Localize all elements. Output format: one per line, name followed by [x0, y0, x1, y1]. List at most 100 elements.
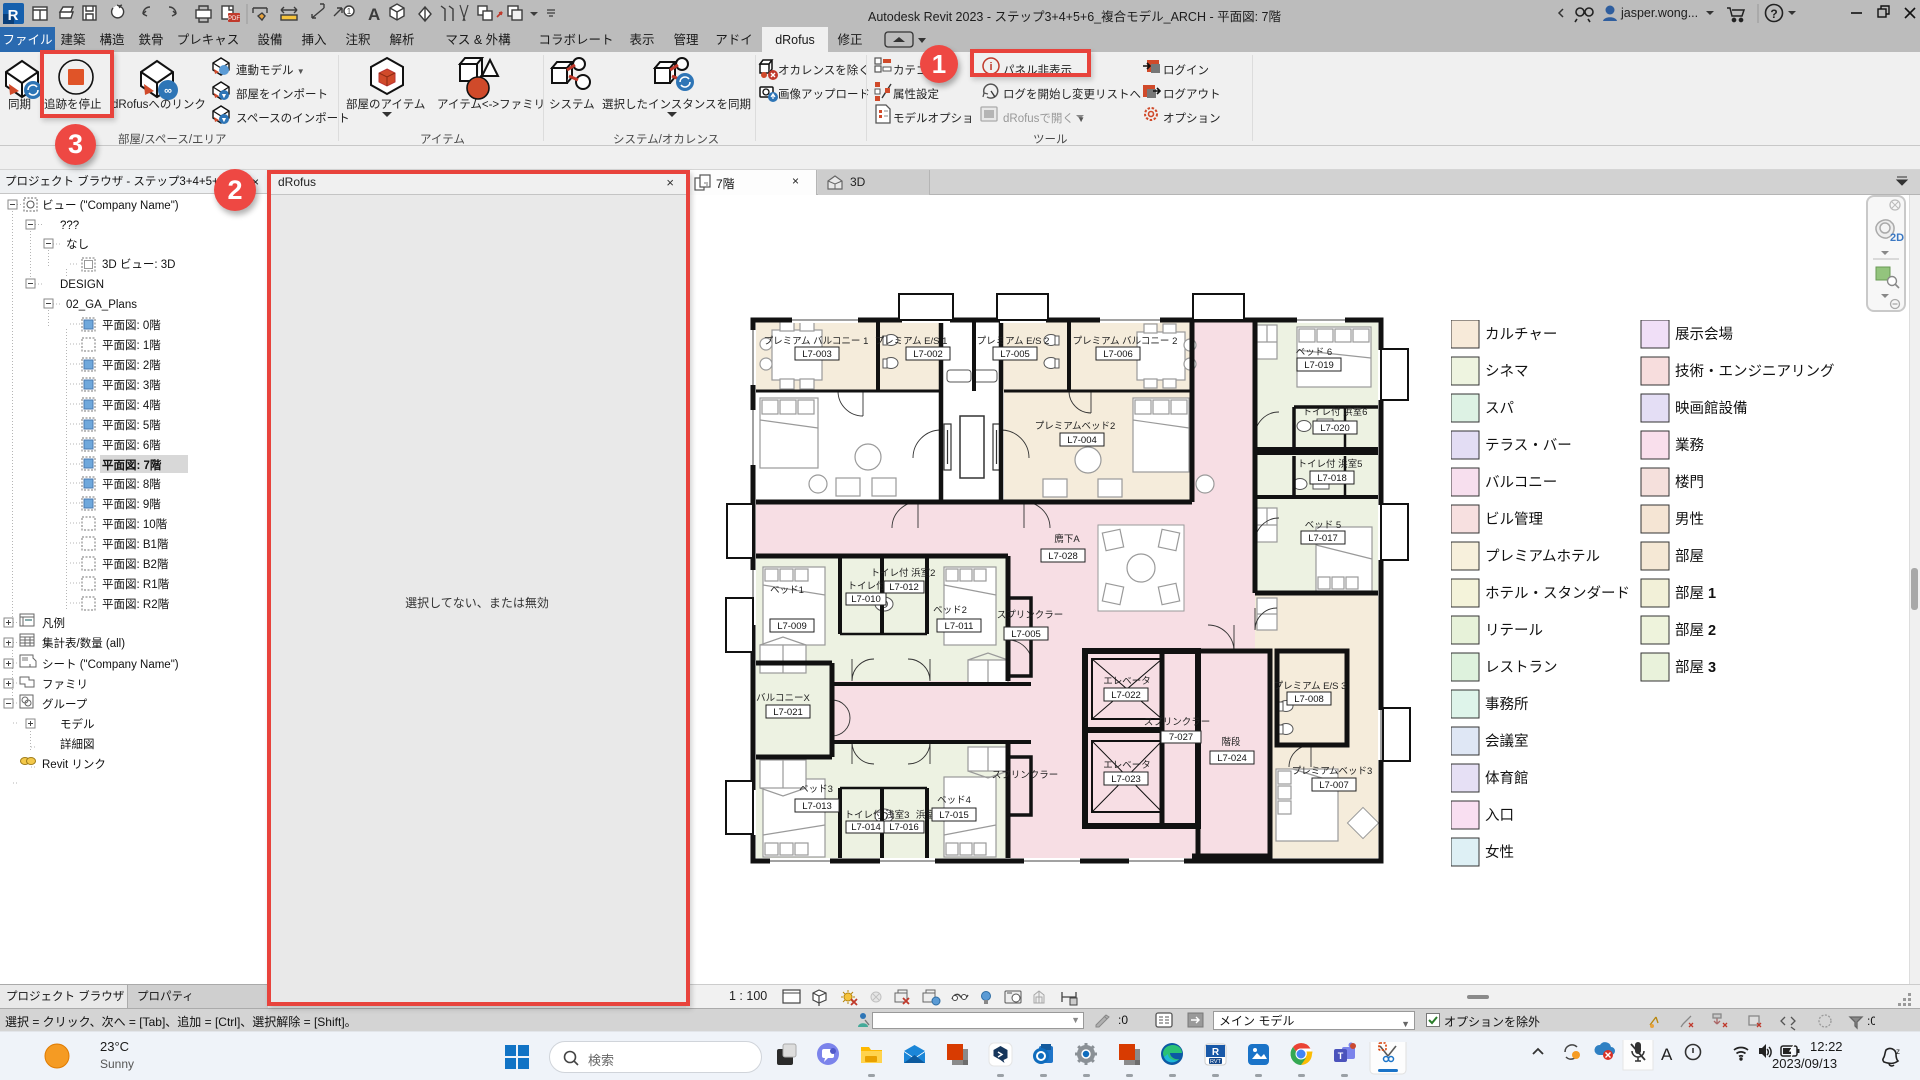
svg-text:プレミアム バルコニー 1: プレミアム バルコニー 1 — [764, 336, 869, 347]
svg-text:L7-005: L7-005 — [1011, 629, 1041, 640]
svg-text:A: A — [368, 5, 380, 24]
svg-text:L7-019: L7-019 — [1304, 360, 1334, 371]
svg-text:ホテル・スタンダード: ホテル・スタンダード — [1485, 585, 1630, 602]
svg-text:L7-018: L7-018 — [1317, 473, 1347, 484]
svg-text:L7-003: L7-003 — [802, 349, 832, 360]
svg-text:L7-007: L7-007 — [1319, 780, 1349, 791]
svg-text:L7-022: L7-022 — [1111, 690, 1141, 701]
svg-text:L7-005: L7-005 — [1000, 349, 1030, 360]
svg-text:入口: 入口 — [1485, 808, 1514, 824]
svg-text:02_GA_Plans: 02_GA_Plans — [66, 299, 137, 311]
svg-text:エレベータ: エレベータ — [1103, 676, 1151, 687]
svg-text:?: ? — [1770, 7, 1777, 21]
svg-text:トイレ付 浜室5: トイレ付 浜室5 — [1298, 458, 1363, 470]
svg-text:凡例: 凡例 — [42, 616, 65, 630]
svg-text:jasper.wong...: jasper.wong... — [1620, 6, 1698, 20]
svg-text:平面図: R2階: 平面図: R2階 — [102, 597, 170, 611]
svg-text:R: R — [1212, 1047, 1220, 1058]
svg-text:z: z — [1896, 1047, 1900, 1056]
svg-text:テラス・バー: テラス・バー — [1485, 438, 1572, 454]
svg-text:トイレ付 浜室6: トイレ付 浜室6 — [1303, 406, 1368, 418]
svg-text:ファミリ: ファミリ — [42, 679, 88, 691]
svg-text:平面図: 2階: 平面図: 2階 — [102, 358, 161, 372]
svg-text:L7-017: L7-017 — [1308, 533, 1338, 544]
svg-text:平面図: 4階: 平面図: 4階 — [102, 398, 161, 412]
svg-text:ベッド 5: ベッド 5 — [1305, 520, 1341, 531]
svg-text:リテール: リテール — [1485, 623, 1543, 639]
svg-text:7-027: 7-027 — [1169, 732, 1193, 743]
svg-text:Revit リンク: Revit リンク — [42, 758, 106, 771]
svg-text:R: R — [8, 7, 19, 24]
svg-text:A: A — [1661, 1045, 1673, 1064]
svg-text:L7-010: L7-010 — [851, 594, 881, 605]
svg-text:L7-021: L7-021 — [773, 707, 803, 718]
svg-text:プレミアム E/S 2: プレミアム E/S 2 — [977, 336, 1050, 347]
svg-text:スプリンクラー: スプリンクラー — [997, 610, 1064, 621]
svg-text:L7-006: L7-006 — [1103, 349, 1133, 360]
svg-text:部屋 2: 部屋 2 — [1675, 622, 1716, 639]
svg-text:ベッド 6: ベッド 6 — [1296, 347, 1332, 358]
svg-text:L7-011: L7-011 — [945, 621, 974, 632]
svg-text:シート ("Company Name"): シート ("Company Name") — [42, 659, 179, 671]
svg-text:部屋 3: 部屋 3 — [1675, 659, 1716, 676]
svg-text:プレミアム E/S 3: プレミアム E/S 3 — [1274, 681, 1347, 692]
svg-text:L7-024: L7-024 — [1217, 753, 1247, 764]
svg-text:平面図: 10階: 平面図: 10階 — [102, 517, 168, 531]
svg-text:プレミアムベッド2: プレミアムベッド2 — [1035, 421, 1116, 432]
svg-text:映画館設備: 映画館設備 — [1675, 400, 1748, 417]
svg-text:プレミアムホテル: プレミアムホテル — [1485, 548, 1600, 565]
svg-text:平面図: R1階: 平面図: R1階 — [102, 577, 170, 591]
svg-text:プレミアム バルコニー 2: プレミアム バルコニー 2 — [1073, 336, 1178, 347]
svg-text:廌下A: 廌下A — [1054, 533, 1080, 545]
svg-text:平面図: 0階: 平面図: 0階 — [102, 318, 161, 332]
svg-text:部屋 1: 部屋 1 — [1675, 585, 1716, 602]
svg-text:なし: なし — [66, 238, 89, 251]
svg-text:女性: 女性 — [1485, 843, 1514, 861]
svg-text:T: T — [1338, 1051, 1344, 1061]
svg-text:展示会場: 展示会場 — [1675, 326, 1733, 343]
svg-text:RVT: RVT — [1210, 1059, 1222, 1065]
svg-text:ビュー ("Company Name"): ビュー ("Company Name") — [42, 199, 179, 212]
svg-text:バルコニーX: バルコニーX — [756, 693, 810, 704]
svg-text:トイレ付 浜室2: トイレ付 浜室2 — [871, 567, 936, 579]
svg-text:平面図: 8階: 平面図: 8階 — [102, 477, 161, 491]
svg-text:L7-014: L7-014 — [851, 822, 881, 833]
svg-text:L7-004: L7-004 — [1067, 435, 1097, 446]
svg-text:ベッド4: ベッド4 — [937, 795, 971, 806]
svg-text:L7-020: L7-020 — [1320, 423, 1350, 434]
svg-text:事務所: 事務所 — [1485, 696, 1529, 713]
svg-text:L7-028: L7-028 — [1048, 551, 1078, 562]
svg-text:平面図: 9階: 平面図: 9階 — [102, 497, 161, 511]
svg-text:L7-015: L7-015 — [939, 810, 969, 821]
svg-text:ビル管理: ビル管理 — [1485, 511, 1543, 528]
svg-text:L7-009: L7-009 — [777, 621, 807, 632]
svg-text:スパ: スパ — [1485, 400, 1514, 417]
svg-text:???: ??? — [60, 220, 79, 232]
svg-text:L7-002: L7-002 — [913, 349, 943, 360]
svg-text:スプリンクラー: スプリンクラー — [992, 770, 1059, 781]
svg-text:PDF: PDF — [228, 16, 240, 22]
svg-text:体育館: 体育館 — [1485, 770, 1529, 787]
svg-text:平面図: B2階: 平面図: B2階 — [102, 557, 169, 571]
svg-text:レストラン: レストラン — [1485, 660, 1558, 676]
svg-text:ベッド1: ベッド1 — [770, 585, 804, 596]
svg-text:モデル: モデル — [60, 717, 95, 731]
svg-text:会議室: 会議室 — [1485, 732, 1529, 750]
svg-text:平面図: 7階: 平面図: 7階 — [102, 458, 162, 472]
svg-text::0: :0 — [1867, 1014, 1875, 1028]
svg-text:ベッド3: ベッド3 — [799, 784, 833, 795]
svg-text:3D ビュー: 3D: 3D ビュー: 3D — [102, 258, 176, 271]
svg-text:平面図: B1階: 平面図: B1階 — [102, 537, 169, 551]
svg-text:プレミアム E/S 1: プレミアム E/S 1 — [875, 336, 948, 347]
svg-text:プレミアムベッド3: プレミアムベッド3 — [1292, 766, 1373, 777]
svg-text:シネマ: シネマ — [1485, 363, 1529, 380]
svg-text:平面図: 5階: 平面図: 5階 — [102, 418, 161, 432]
svg-text:▼: ▼ — [221, 117, 228, 124]
svg-text:グループ: グループ — [42, 697, 88, 711]
svg-text:スプリンクラー: スプリンクラー — [1144, 717, 1211, 728]
svg-text:L7-012: L7-012 — [889, 582, 919, 593]
svg-text:▼: ▼ — [221, 93, 228, 100]
svg-text:技術・エンジニアリング: 技術・エンジニアリング — [1675, 363, 1835, 380]
svg-text:L7-008: L7-008 — [1294, 694, 1324, 705]
svg-text:バルコニー: バルコニー — [1485, 475, 1557, 491]
